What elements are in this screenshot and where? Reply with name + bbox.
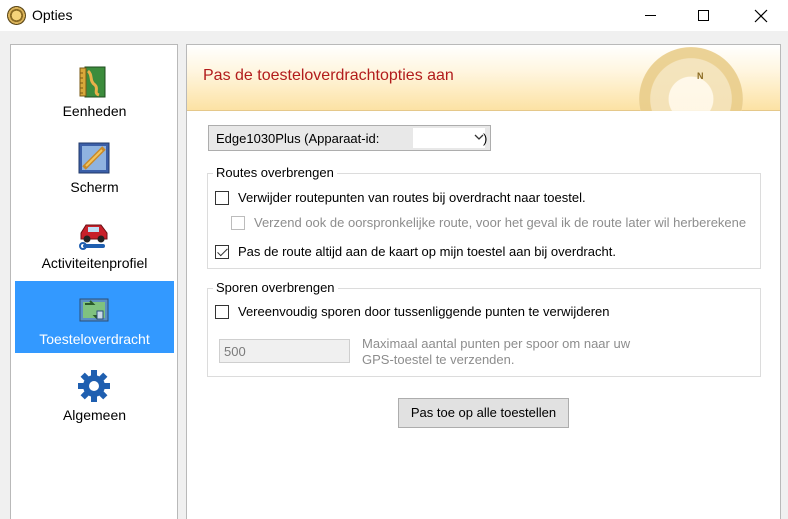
send-original-route-checkbox[interactable] xyxy=(231,216,245,230)
gear-icon xyxy=(78,370,110,402)
adapt-route-checkbox[interactable] xyxy=(215,245,229,259)
app-compass-icon xyxy=(7,6,26,25)
chevron-down-icon xyxy=(474,134,484,140)
device-transfer-icon xyxy=(79,298,109,322)
simplify-tracks-label: Vereenvoudig sporen door tussenliggende … xyxy=(238,304,610,319)
remove-route-points-checkbox[interactable] xyxy=(215,191,229,205)
car-wrench-icon xyxy=(79,224,108,250)
device-select-value: Edge1030Plus (Apparaat-id: xyxy=(216,131,380,146)
ruler-map-icon xyxy=(79,66,106,98)
maximize-button[interactable] xyxy=(680,0,726,31)
routes-group-title: Routes overbrengen xyxy=(213,165,337,180)
sidebar-item-algemeen[interactable]: Algemeen xyxy=(15,357,174,429)
panel-header: N Pas de toesteloverdrachtopties aan xyxy=(187,45,780,111)
panel-title: Pas de toesteloverdrachtopties aan xyxy=(203,67,454,84)
sidebar-item-label: Toesteloverdracht xyxy=(39,331,150,347)
simplify-tracks-checkbox[interactable] xyxy=(215,305,229,319)
device-select[interactable]: Edge1030Plus (Apparaat-id: ) xyxy=(208,125,491,151)
options-panel: N Pas de toesteloverdrachtopties aan Edg… xyxy=(186,44,781,519)
sidebar-item-label: Algemeen xyxy=(62,407,127,423)
compass-north-glyph: N xyxy=(697,71,704,81)
close-button[interactable] xyxy=(738,0,784,31)
compass-logo-icon xyxy=(639,47,743,111)
minimize-button[interactable] xyxy=(627,0,673,31)
maximize-icon xyxy=(697,10,709,21)
sidebar-item-activiteitenprofiel[interactable]: Activiteitenprofiel xyxy=(15,205,174,277)
apply-all-devices-button[interactable]: Pas toe op alle toestellen xyxy=(398,398,569,428)
tracks-group-title: Sporen overbrengen xyxy=(213,280,338,295)
display-settings-icon xyxy=(78,142,110,174)
max-points-input[interactable]: 500 xyxy=(219,339,350,363)
window-title: Opties xyxy=(32,7,73,23)
minimize-icon xyxy=(644,15,656,16)
sidebar-item-scherm[interactable]: Scherm xyxy=(15,129,174,201)
sidebar-item-toesteloverdracht[interactable]: Toesteloverdracht xyxy=(15,281,174,353)
remove-route-points-label: Verwijder routepunten van routes bij ove… xyxy=(238,190,586,205)
sidebar-item-eenheden[interactable]: Eenheden xyxy=(15,53,174,125)
close-icon xyxy=(754,9,768,22)
options-sidebar: Eenheden Scherm Activiteitenprofiel Toes… xyxy=(10,44,178,519)
max-points-value: 500 xyxy=(224,344,246,359)
title-bar: Opties xyxy=(0,0,788,31)
sidebar-item-label: Eenheden xyxy=(62,103,127,119)
sidebar-item-label: Scherm xyxy=(70,179,119,195)
max-points-hint: Maximaal aantal punten per spoor om naar… xyxy=(362,336,631,367)
adapt-route-label: Pas de route altijd aan de kaart op mijn… xyxy=(238,244,616,259)
send-original-route-label: Verzend ook de oorspronkelijke route, vo… xyxy=(254,215,747,230)
sidebar-item-label: Activiteitenprofiel xyxy=(41,255,148,271)
